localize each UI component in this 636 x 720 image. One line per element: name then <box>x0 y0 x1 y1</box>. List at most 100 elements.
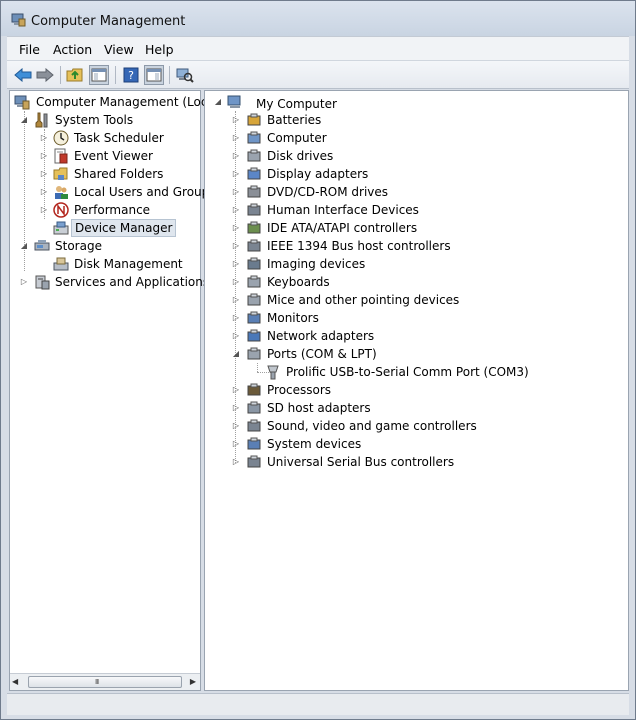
scrollbar-grip: III <box>95 678 99 686</box>
expand-icon[interactable]: ▷ <box>231 291 241 309</box>
device-category-row[interactable]: ▷ Human Interface Devices <box>205 201 625 219</box>
device-row-ports-child[interactable]: Prolific USB-to-Serial Comm Port (COM3) <box>205 363 625 381</box>
device-category-row[interactable]: ▷ Batteries <box>205 111 625 129</box>
forward-button[interactable] <box>35 65 55 85</box>
scroll-right-icon[interactable]: ▶ <box>190 677 196 686</box>
tree-disk-management[interactable]: Disk Management <box>10 255 200 273</box>
tree-services-applications[interactable]: ▷ Services and Applications <box>10 273 209 291</box>
expand-icon[interactable]: ▷ <box>231 237 241 255</box>
expand-icon[interactable]: ▷ <box>231 183 241 201</box>
expand-icon[interactable]: ▷ <box>39 165 49 183</box>
device-category-row[interactable]: ▷ IDE ATA/ATAPI controllers <box>205 219 625 237</box>
tree-shared-folders[interactable]: ▷ Shared Folders <box>10 165 200 183</box>
device-category-row[interactable]: ▷ Keyboards <box>205 273 625 291</box>
device-category-row[interactable]: ▷ System devices <box>205 435 625 453</box>
expand-icon[interactable]: ▷ <box>231 273 241 291</box>
expand-icon[interactable]: ▷ <box>231 327 241 345</box>
expand-icon[interactable]: ▷ <box>231 309 241 327</box>
services-icon <box>35 275 50 290</box>
device-category-row[interactable]: ▷ Monitors <box>205 309 625 327</box>
expand-icon[interactable]: ▷ <box>39 147 49 165</box>
tree-label: Task Scheduler <box>74 131 164 145</box>
device-category-row[interactable]: ▷ Computer <box>205 129 625 147</box>
performance-icon <box>53 202 69 218</box>
device-category-row[interactable]: ▷ Network adapters <box>205 327 625 345</box>
window-title: Computer Management <box>31 14 186 29</box>
expand-icon[interactable]: ▷ <box>231 417 241 435</box>
device-category-row[interactable]: ◢ Ports (COM & LPT) <box>205 345 625 363</box>
computer-icon <box>227 95 241 108</box>
collapse-icon[interactable]: ◢ <box>231 345 241 363</box>
expand-icon[interactable]: ▷ <box>39 183 49 201</box>
collapse-icon[interactable]: ◢ <box>213 93 223 111</box>
back-button[interactable] <box>13 65 33 85</box>
tree-system-tools[interactable]: ◢ System Tools <box>10 111 200 129</box>
port-connector-icon <box>267 365 279 380</box>
expand-icon[interactable]: ▷ <box>231 219 241 237</box>
device-label: Prolific USB-to-Serial Comm Port (COM3) <box>286 365 529 379</box>
device-category-row[interactable]: ▷ IEEE 1394 Bus host controllers <box>205 237 625 255</box>
scan-for-hardware-changes-button[interactable] <box>175 65 195 85</box>
horizontal-scrollbar[interactable]: ◀ III ▶ <box>10 673 200 690</box>
menu-action[interactable]: Action <box>53 42 92 57</box>
tree-device-manager[interactable]: Device Manager <box>10 219 200 237</box>
title-bar[interactable]: Computer Management <box>1 1 635 36</box>
scrollbar-thumb[interactable]: III <box>28 676 182 688</box>
device-category-row[interactable]: ▷ Processors <box>205 381 625 399</box>
device-category-row[interactable]: ▷ Sound, video and game controllers <box>205 417 625 435</box>
menu-help[interactable]: Help <box>145 42 174 57</box>
expand-icon[interactable]: ▷ <box>39 201 49 219</box>
show-hide-console-tree-button[interactable] <box>89 65 109 85</box>
menu-view[interactable]: View <box>104 42 134 57</box>
show-hide-action-pane-button[interactable] <box>144 65 164 85</box>
device-category-row[interactable]: ▷ Imaging devices <box>205 255 625 273</box>
expand-icon[interactable]: ▷ <box>231 435 241 453</box>
device-category-row[interactable]: ▷ Display adapters <box>205 165 625 183</box>
tree-performance[interactable]: ▷ Performance <box>10 201 200 219</box>
expand-icon[interactable]: ▷ <box>231 201 241 219</box>
expand-icon[interactable]: ▷ <box>231 111 241 129</box>
network-adapter-icon <box>247 329 261 342</box>
expand-icon[interactable]: ▷ <box>231 381 241 399</box>
device-tree-root[interactable]: ◢ My Computer <box>205 93 625 111</box>
menu-file[interactable]: File <box>19 42 40 57</box>
expand-icon[interactable]: ▷ <box>231 255 241 273</box>
tree-event-viewer[interactable]: ▷ Event Viewer <box>10 147 200 165</box>
device-category-row[interactable]: ▷ Universal Serial Bus controllers <box>205 453 625 471</box>
collapse-icon[interactable]: ◢ <box>19 237 29 255</box>
processor-icon <box>247 383 261 396</box>
forward-arrow-icon <box>36 68 54 82</box>
expand-icon[interactable]: ▷ <box>231 453 241 471</box>
tree-computer-management[interactable]: Computer Management (Local <box>10 93 218 111</box>
expand-icon[interactable]: ▷ <box>231 399 241 417</box>
expand-icon[interactable]: ▷ <box>231 129 241 147</box>
display-adapter-icon <box>247 167 261 180</box>
computer-management-icon <box>14 95 30 110</box>
hid-icon <box>247 203 261 216</box>
device-category-row[interactable]: ▷ Disk drives <box>205 147 625 165</box>
sound-icon <box>247 419 261 432</box>
tree-local-users-groups[interactable]: ▷ Local Users and Groups <box>10 183 216 201</box>
tree-task-scheduler[interactable]: ▷ Task Scheduler <box>10 129 200 147</box>
scroll-left-icon[interactable]: ◀ <box>12 677 18 686</box>
up-level-button[interactable] <box>65 65 85 85</box>
clock-icon <box>53 130 69 146</box>
tree-storage[interactable]: ◢ Storage <box>10 237 200 255</box>
device-manager-icon <box>53 221 69 235</box>
tree-label: Services and Applications <box>55 275 210 289</box>
help-icon: ? <box>123 67 139 83</box>
expand-icon[interactable]: ▷ <box>39 129 49 147</box>
device-category-row[interactable]: ▷ SD host adapters <box>205 399 625 417</box>
device-category-row[interactable]: ▷ Mice and other pointing devices <box>205 291 625 309</box>
collapse-icon[interactable]: ◢ <box>19 111 29 129</box>
help-button[interactable]: ? <box>121 65 141 85</box>
expand-icon[interactable]: ▷ <box>231 165 241 183</box>
expand-icon[interactable]: ▷ <box>231 147 241 165</box>
device-category-row[interactable]: ▷ DVD/CD-ROM drives <box>205 183 625 201</box>
expand-icon[interactable]: ▷ <box>19 273 29 291</box>
event-viewer-icon <box>54 148 68 164</box>
battery-icon <box>247 113 261 126</box>
tree-label: Disk Management <box>74 257 183 271</box>
computer-management-icon <box>11 13 26 27</box>
dvd-drive-icon <box>247 185 261 198</box>
